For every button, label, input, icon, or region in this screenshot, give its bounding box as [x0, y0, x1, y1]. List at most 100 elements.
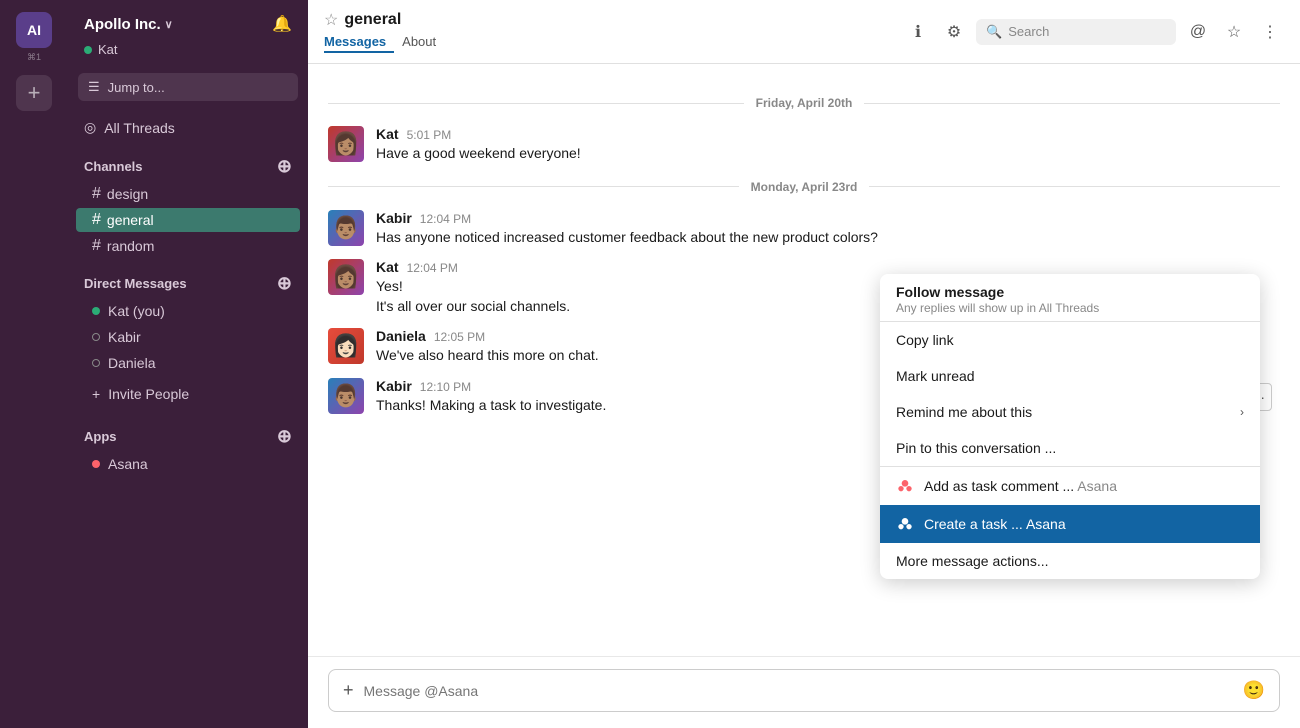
sidebar: Apollo Inc. ∨ 🔔 Kat ☰ Jump to... ◎ All T…	[68, 0, 308, 728]
message-header: Kat 5:01 PM	[376, 126, 1280, 142]
all-threads-icon: ◎	[84, 119, 96, 136]
sidebar-item-design[interactable]: # design	[76, 182, 300, 206]
add-channel-button[interactable]: ⊕	[277, 156, 292, 177]
workspace-icon[interactable]: AI	[16, 12, 52, 48]
more-message-actions-item[interactable]: More message actions...	[880, 543, 1260, 579]
add-task-comment-item[interactable]: Add as task comment ... Asana	[880, 467, 1260, 505]
add-app-button[interactable]: ⊕	[277, 426, 292, 447]
message-input-area: + 🙂	[308, 656, 1300, 728]
apps-label: Apps	[84, 429, 117, 444]
remind-me-label: Remind me about this	[896, 404, 1032, 420]
input-add-icon[interactable]: +	[343, 680, 354, 701]
header-actions: ℹ ⚙ 🔍 Search @ ☆ ⋮	[904, 18, 1284, 46]
message-author: Kat	[376, 259, 399, 275]
more-icon[interactable]: ⋮	[1256, 18, 1284, 46]
dm-offline-dot	[92, 359, 100, 367]
search-bar[interactable]: 🔍 Search	[976, 19, 1176, 45]
create-task-item[interactable]: Create a task ... Asana	[880, 505, 1260, 543]
dm-name-kat: Kat (you)	[108, 303, 165, 319]
tab-messages[interactable]: Messages	[324, 32, 394, 53]
jump-to-button[interactable]: ☰ Jump to...	[78, 73, 298, 101]
workspace-name-label: Apollo Inc.	[84, 16, 161, 33]
divider-line	[328, 103, 744, 104]
app-item-asana[interactable]: Asana	[76, 452, 300, 476]
all-threads-label: All Threads	[104, 120, 175, 136]
workspace-initials: AI	[27, 22, 41, 38]
avatar: 👩🏽	[328, 126, 364, 162]
search-placeholder: Search	[1008, 24, 1049, 39]
emoji-icon[interactable]: 🙂	[1243, 680, 1265, 701]
invite-people-label: Invite People	[108, 386, 189, 402]
all-threads-item[interactable]: ◎ All Threads	[68, 113, 308, 142]
notifications-bell-icon[interactable]: 🔔	[272, 14, 292, 34]
sidebar-item-general[interactable]: # general	[76, 208, 300, 232]
avatar: 👩🏻	[328, 328, 364, 364]
dm-offline-dot	[92, 333, 100, 341]
copy-link-item[interactable]: Copy link	[880, 322, 1260, 358]
channel-star-icon[interactable]: ☆	[324, 10, 338, 30]
dm-item-kabir[interactable]: Kabir	[76, 325, 300, 349]
message-header: Kat 12:04 PM	[376, 259, 1280, 275]
avatar: 👨🏽	[328, 210, 364, 246]
follow-message-item[interactable]: Follow message Any replies will show up …	[880, 274, 1260, 321]
info-icon[interactable]: ℹ	[904, 18, 932, 46]
workspace-chevron-icon: ∨	[165, 18, 173, 31]
current-user-name: Kat	[98, 42, 118, 57]
more-actions-label: More message actions...	[896, 553, 1049, 569]
tab-about[interactable]: About	[394, 32, 444, 53]
at-icon[interactable]: @	[1184, 18, 1212, 46]
dm-name-kabir: Kabir	[108, 329, 141, 345]
pin-conversation-item[interactable]: Pin to this conversation ...	[880, 430, 1260, 466]
message-row: 👩🏽 Kat 5:01 PM Have a good weekend every…	[328, 126, 1280, 164]
dm-name-daniela: Daniela	[108, 355, 155, 371]
message-author: Daniela	[376, 328, 426, 344]
asana-icon	[896, 515, 914, 533]
chevron-right-icon: ›	[1240, 405, 1244, 419]
dm-item-kat[interactable]: Kat (you)	[76, 299, 300, 323]
message-time: 12:10 PM	[420, 380, 471, 394]
create-task-label: Create a task ... Asana	[924, 516, 1066, 532]
hash-icon: #	[92, 237, 101, 255]
settings-icon[interactable]: ⚙	[940, 18, 968, 46]
pin-conversation-label: Pin to this conversation ...	[896, 440, 1056, 456]
user-online-dot	[84, 46, 92, 54]
channel-name-design: design	[107, 186, 148, 202]
sidebar-item-random[interactable]: # random	[76, 234, 300, 258]
copy-link-label: Copy link	[896, 332, 954, 348]
workspace-name[interactable]: Apollo Inc. ∨	[84, 16, 173, 33]
context-menu: Follow message Any replies will show up …	[880, 274, 1260, 579]
dm-item-daniela[interactable]: Daniela	[76, 351, 300, 375]
add-workspace-button[interactable]: +	[16, 75, 52, 111]
divider-line	[869, 186, 1280, 187]
dm-online-dot	[92, 307, 100, 315]
star-icon[interactable]: ☆	[1220, 18, 1248, 46]
channel-header-left: ☆ general Messages About	[324, 10, 896, 53]
hash-icon: #	[92, 185, 101, 203]
channel-name-random: random	[107, 238, 154, 254]
workspace-sidebar: AI ⌘1 +	[0, 0, 68, 728]
date-label-2: Monday, April 23rd	[751, 180, 858, 194]
app-container: AI ⌘1 + Apollo Inc. ∨ 🔔 Kat ☰ Jump to...…	[0, 0, 1300, 728]
add-dm-button[interactable]: ⊕	[277, 273, 292, 294]
message-input-box: + 🙂	[328, 669, 1280, 712]
apps-section-header: Apps ⊕	[68, 412, 308, 451]
asana-status-dot	[92, 460, 100, 468]
message-time: 12:04 PM	[420, 212, 471, 226]
channels-section-header: Channels ⊕	[68, 142, 308, 181]
workspace-shortcut: ⌘1	[27, 52, 41, 63]
mark-unread-item[interactable]: Mark unread	[880, 358, 1260, 394]
message-author: Kat	[376, 126, 399, 142]
message-text: Has anyone noticed increased customer fe…	[376, 228, 1280, 248]
invite-people-button[interactable]: + Invite People	[76, 380, 300, 408]
channels-label: Channels	[84, 159, 143, 174]
date-label-1: Friday, April 20th	[756, 96, 853, 110]
remind-me-item[interactable]: Remind me about this ›	[880, 394, 1260, 430]
follow-message-title: Follow message	[896, 284, 1244, 300]
search-icon: 🔍	[986, 24, 1002, 40]
sidebar-header: Apollo Inc. ∨ 🔔	[68, 0, 308, 42]
message-text: Have a good weekend everyone!	[376, 144, 1280, 164]
message-time: 12:04 PM	[407, 261, 458, 275]
message-input[interactable]	[364, 683, 1233, 699]
mark-unread-label: Mark unread	[896, 368, 975, 384]
follow-message-subtitle: Any replies will show up in All Threads	[896, 301, 1244, 315]
